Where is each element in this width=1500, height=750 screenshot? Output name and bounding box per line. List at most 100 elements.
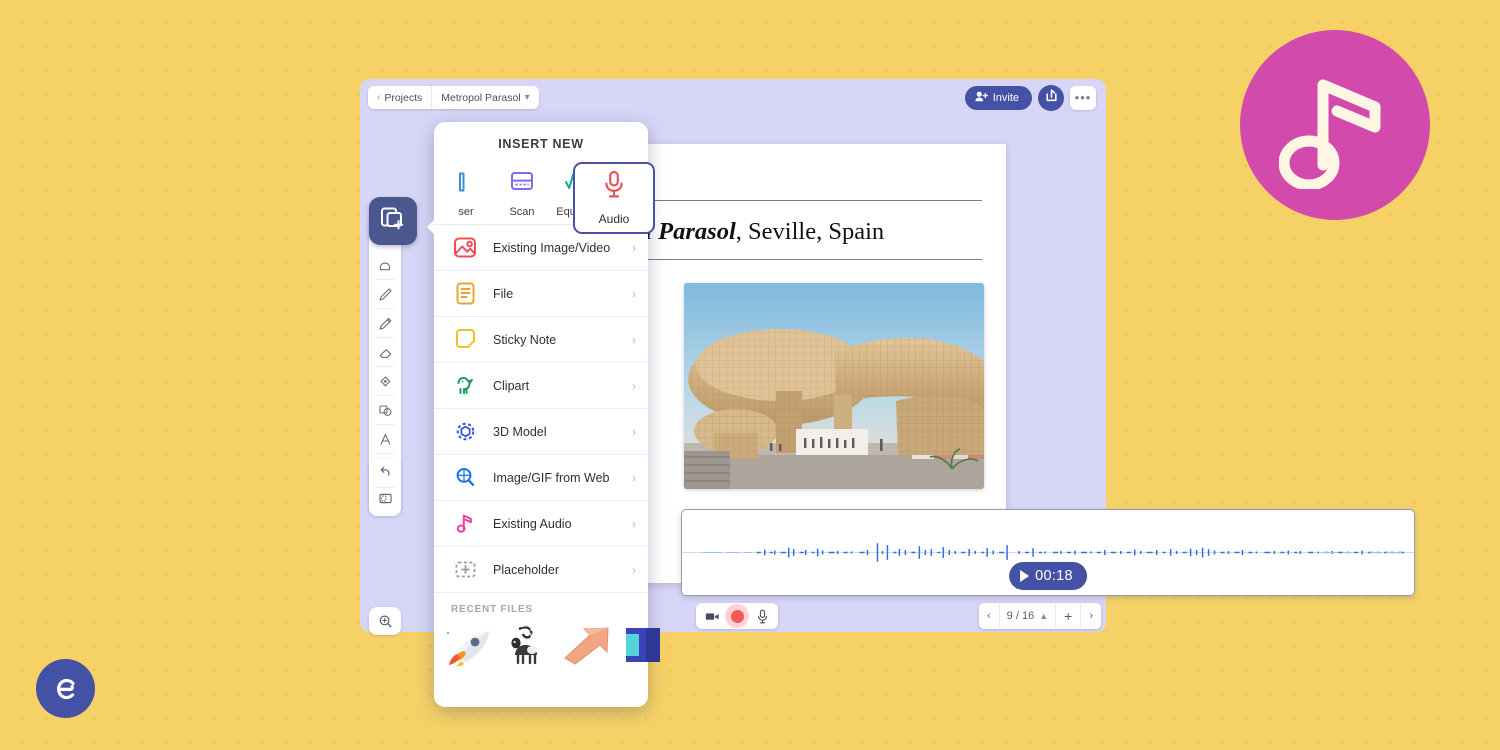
breadcrumb: ‹ Projects Metropol Parasol ▾ [368, 86, 539, 109]
add-page-button[interactable]: + [1056, 603, 1082, 629]
menu-item-image-gif-from-web[interactable]: Image/GIF from Web › [434, 455, 648, 501]
insert-quick-audio-highlighted[interactable]: Audio [573, 162, 655, 234]
placeholder-plus-icon [451, 557, 479, 582]
zoom-button[interactable] [369, 607, 401, 635]
record-bar [696, 603, 778, 629]
menu-item-clipart[interactable]: Clipart › [434, 363, 648, 409]
chevron-right-icon: › [632, 332, 636, 347]
music-note-icon [1279, 61, 1391, 189]
divider [375, 395, 395, 396]
share-icon [1044, 88, 1059, 108]
menu-item-label: Sticky Note [493, 332, 557, 347]
insert-quick-scan[interactable]: Scan [494, 168, 550, 224]
record-button[interactable] [725, 604, 749, 628]
music-note-badge [1240, 30, 1430, 220]
menu-item-3d-model[interactable]: 3D Model › [434, 409, 648, 455]
menu-item-label: Image/GIF from Web [493, 470, 610, 485]
screenshot-stage: ‹ Projects Metropol Parasol ▾ Invite •••… [0, 0, 1500, 750]
menu-item-label: Existing Image/Video [493, 240, 611, 255]
sidebar-item-eraser-tool[interactable] [371, 340, 399, 364]
undo-button[interactable] [377, 463, 394, 485]
insert-quick-scan-label: Scan [509, 206, 535, 218]
person-add-icon [975, 91, 988, 105]
share-button[interactable] [1038, 85, 1064, 111]
video-camera-button[interactable] [701, 606, 723, 626]
project-name-label: Metropol Parasol [441, 91, 521, 104]
scan-icon [509, 168, 535, 199]
chevron-right-icon: › [1089, 610, 1093, 622]
recent-file-rocket[interactable] [444, 621, 498, 669]
file-lines-icon [451, 281, 479, 306]
audio-duration-label: 00:18 [1035, 568, 1073, 584]
menu-item-file[interactable]: File › [434, 271, 648, 317]
menu-item-existing-audio[interactable]: Existing Audio › [434, 501, 648, 547]
sidebar-item-hand-tool[interactable] [371, 253, 399, 277]
recent-files-row [434, 621, 660, 669]
insert-quick-laser-label: ser [458, 206, 474, 218]
projects-back-label: Projects [384, 91, 423, 104]
microphone-icon [757, 609, 767, 623]
title-rule-top [633, 200, 982, 201]
chevron-right-icon: › [632, 240, 636, 255]
divider [375, 279, 395, 280]
insert-new-title: INSERT NEW [498, 137, 584, 151]
menu-item-label: Existing Audio [493, 516, 572, 531]
sidebar-item-fill-tool[interactable] [371, 369, 399, 393]
recent-file-arrow[interactable] [560, 621, 614, 669]
divider [375, 453, 395, 454]
divider [375, 366, 395, 367]
music-note-icon [451, 511, 479, 536]
chevron-right-icon: › [632, 470, 636, 485]
invite-button[interactable]: Invite [964, 86, 1032, 110]
play-duration-chip[interactable]: 00:18 [1009, 562, 1087, 590]
microphone-button[interactable] [751, 606, 773, 626]
menu-item-label: 3D Model [493, 424, 547, 439]
sidebar-item-shape-tool[interactable] [371, 398, 399, 422]
chevron-up-icon: ▲ [1039, 611, 1049, 621]
next-page-button[interactable]: › [1081, 603, 1101, 629]
insert-new-button[interactable] [369, 197, 417, 245]
page-indicator-label: 9 / 16 [1006, 610, 1035, 622]
divider [375, 337, 395, 338]
metropol-parasol-photo[interactable] [684, 283, 984, 489]
chevron-down-icon: ▾ [524, 92, 530, 103]
clipart-bird-icon [451, 373, 479, 398]
page-title: ol Parasol, Seville, Spain [633, 218, 885, 245]
prev-page-button[interactable]: ‹ [979, 603, 1000, 629]
recent-file-blue-shape[interactable] [618, 621, 672, 669]
frame-button[interactable] [377, 490, 394, 512]
divider [375, 308, 395, 309]
chevron-right-icon: › [632, 286, 636, 301]
image-icon [451, 235, 479, 260]
sidebar-item-text-tool[interactable] [371, 427, 399, 451]
projects-back-button[interactable]: ‹ Projects [368, 86, 433, 109]
recent-files-header: RECENT FILES [451, 604, 533, 615]
chevron-right-icon: › [632, 424, 636, 439]
menu-item-placeholder[interactable]: Placeholder › [434, 547, 648, 593]
chevron-left-icon: ‹ [987, 610, 991, 622]
menu-item-label: Placeholder [493, 562, 560, 577]
cube-3d-icon [451, 419, 479, 444]
chevron-right-icon: › [632, 378, 636, 393]
chevron-right-icon: › [632, 562, 636, 577]
menu-item-label: File [493, 286, 514, 301]
project-name-dropdown[interactable]: Metropol Parasol ▾ [432, 86, 538, 109]
chevron-left-icon: ‹ [377, 92, 381, 103]
sidebar-item-marker-tool[interactable] [371, 311, 399, 335]
insert-quick-laser[interactable]: ser [438, 170, 494, 224]
audio-waveform-panel[interactable]: 00:18 [681, 509, 1415, 596]
invite-label: Invite [992, 92, 1019, 104]
page-indicator[interactable]: 9 / 16 ▲ [1000, 603, 1057, 629]
more-options-button[interactable]: ••• [1070, 86, 1096, 110]
video-camera-icon [705, 612, 719, 620]
recent-file-lemur[interactable] [502, 621, 556, 669]
undo-frame-group [369, 459, 401, 516]
topbar-actions: Invite ••• [964, 85, 1096, 111]
laser-icon [454, 170, 478, 199]
menu-item-sticky-note[interactable]: Sticky Note › [434, 317, 648, 363]
web-search-icon [451, 465, 479, 490]
sticky-note-icon [451, 327, 479, 352]
insert-quick-audio-label: Audio [598, 212, 630, 226]
sidebar-item-pen-tool[interactable] [371, 282, 399, 306]
chevron-right-icon: › [632, 516, 636, 531]
